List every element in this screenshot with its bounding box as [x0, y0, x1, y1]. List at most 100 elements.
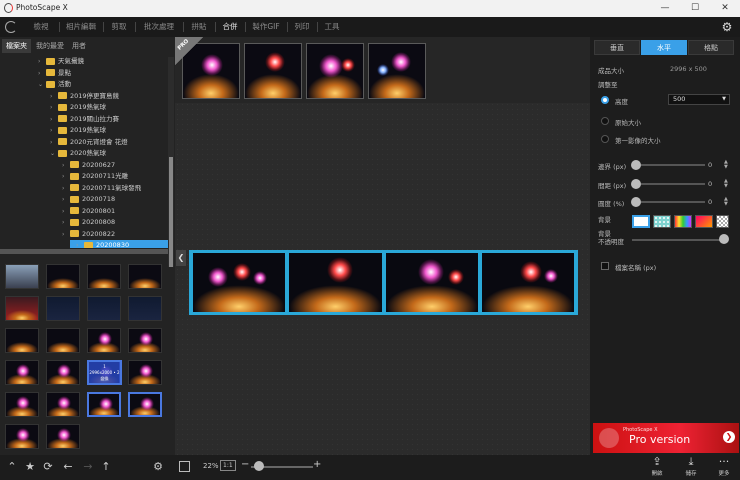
tab-folders[interactable]: 檔案夾 [2, 39, 31, 53]
spacing-spinner[interactable]: ▲ ▼ [724, 179, 728, 189]
image-thumbnail[interactable] [87, 296, 121, 321]
opacity-slider[interactable] [632, 239, 722, 241]
refresh-icon[interactable]: ⟳ [40, 459, 56, 475]
tree-folder-item[interactable]: ⌄ 活動 [0, 79, 168, 91]
tree-folder-item[interactable]: › 20200711光雕 [0, 171, 168, 183]
tree-folder-item[interactable]: › 2019關山拉力賽 [0, 114, 168, 126]
tree-folder-item[interactable]: › 20200627 [0, 160, 168, 172]
chevron-down-icon[interactable]: ⌄ [38, 79, 46, 91]
chevron-up-icon[interactable]: ⌃ [4, 459, 20, 475]
tab-cut[interactable]: 剪取 [104, 17, 134, 37]
actual-size-button[interactable]: 1:1 [220, 460, 236, 471]
chevron-right-icon[interactable]: › [62, 183, 70, 195]
arrow-right-icon[interactable]: → [80, 459, 96, 475]
radius-slider[interactable] [641, 201, 705, 203]
spacing-slider[interactable] [641, 183, 705, 185]
chevron-right-icon[interactable]: › [50, 102, 58, 114]
open-button[interactable]: ⇪ 開啟 [644, 455, 670, 480]
maximize-button[interactable]: ☐ [680, 0, 710, 17]
tree-folder-item[interactable]: › 2020元宵燈會 花燈 [0, 137, 168, 149]
strip-image[interactable] [244, 43, 302, 99]
chevron-right-icon[interactable]: › [38, 56, 46, 68]
pro-version-banner[interactable]: PhotoScape X Pro version ❯ [593, 423, 739, 453]
image-thumbnail[interactable] [128, 328, 162, 353]
gear-icon[interactable]: ⚙ [150, 459, 166, 475]
image-thumbnail[interactable] [128, 360, 162, 385]
tree-folder-item[interactable]: › 20200822 [0, 229, 168, 241]
image-thumbnail[interactable] [5, 296, 39, 321]
chevron-right-icon[interactable]: › [62, 217, 70, 229]
app-menu-icon[interactable] [5, 21, 17, 33]
minimize-button[interactable]: — [650, 0, 680, 17]
image-thumbnail[interactable] [5, 264, 39, 289]
image-thumbnail[interactable] [5, 424, 39, 449]
arrow-up-icon[interactable]: ↑ [98, 459, 114, 475]
radio-first-image[interactable] [601, 135, 609, 143]
zoom-in-button[interactable]: + [313, 459, 321, 470]
opacity-slider-knob[interactable] [719, 234, 729, 244]
chevron-down-icon[interactable]: ⌄ [50, 148, 58, 160]
zoom-slider-knob[interactable] [254, 461, 264, 471]
tree-folder-item[interactable]: › 天氣攝鏡 [0, 56, 168, 68]
strip-image[interactable] [368, 43, 426, 99]
radio-height[interactable] [601, 96, 609, 104]
close-button[interactable]: ✕ [710, 0, 740, 17]
radius-spinner[interactable]: ▲ ▼ [724, 197, 728, 207]
tab-vertical[interactable]: 垂直 [594, 40, 640, 55]
tab-batch[interactable]: 批次處理 [136, 17, 182, 37]
tab-viewer[interactable]: 檢視 [24, 17, 58, 37]
border-spinner[interactable]: ▲ ▼ [724, 160, 728, 170]
tab-tools[interactable]: 工具 [318, 17, 346, 37]
chevron-right-icon[interactable]: › [62, 171, 70, 183]
image-thumbnail[interactable] [5, 392, 39, 417]
background-transparent-swatch[interactable] [716, 215, 729, 228]
tree-folder-item[interactable]: › 2019熱氣球 [0, 102, 168, 114]
panel-splitter[interactable] [0, 249, 168, 254]
tab-horizontal[interactable]: 水平 [641, 40, 687, 55]
image-thumbnail[interactable] [46, 424, 80, 449]
thumbnail-info-overlay[interactable]: 1 2996x2000 • 2 變換 [87, 360, 122, 385]
image-thumbnail[interactable] [87, 328, 121, 353]
background-rainbow-swatch[interactable] [674, 215, 692, 228]
image-thumbnail[interactable] [128, 392, 162, 417]
tree-folder-item[interactable]: › 20200801 [0, 206, 168, 218]
image-thumbnail[interactable] [87, 392, 121, 417]
strip-image[interactable] [306, 43, 364, 99]
tab-collage[interactable]: 拼貼 [184, 17, 214, 37]
tab-combine[interactable]: 合併 [216, 17, 244, 37]
spacing-slider-knob[interactable] [631, 179, 641, 189]
tab-favorites[interactable]: 我的最愛 [32, 39, 68, 53]
zoom-out-button[interactable]: − [241, 459, 249, 470]
chevron-right-icon[interactable]: › [50, 114, 58, 126]
chevron-right-icon[interactable]: › [62, 160, 70, 172]
more-button[interactable]: ··· 更多 [711, 455, 737, 480]
chevron-left-icon[interactable]: ❮ [176, 250, 186, 266]
chevron-right-icon[interactable]: › [50, 125, 58, 137]
radius-slider-knob[interactable] [631, 197, 641, 207]
fit-screen-icon[interactable] [179, 461, 190, 472]
image-thumbnail[interactable] [46, 264, 80, 289]
tab-editor[interactable]: 相片編輯 [60, 17, 102, 37]
tab-print[interactable]: 列印 [288, 17, 316, 37]
tree-scrollbar-thumb[interactable] [169, 157, 173, 267]
tree-folder-item[interactable]: › 2019停更寶島競 [0, 91, 168, 103]
tree-folder-item[interactable]: › 20200718 [0, 194, 168, 206]
arrow-left-icon[interactable]: ← [60, 459, 76, 475]
gear-icon[interactable]: ⚙ [720, 20, 734, 34]
image-thumbnail[interactable] [87, 264, 121, 289]
background-pattern-swatch[interactable] [653, 215, 671, 228]
tab-gif[interactable]: 製作GIF [246, 17, 286, 37]
chevron-right-icon[interactable]: › [50, 137, 58, 149]
image-thumbnail[interactable] [128, 296, 162, 321]
chevron-right-icon[interactable]: › [62, 206, 70, 218]
tab-users[interactable]: 用者 [68, 39, 90, 53]
chevron-right-icon[interactable]: › [76, 240, 84, 248]
tree-folder-item[interactable]: ⌄ 2020熱氣球 [0, 148, 168, 160]
chevron-right-icon[interactable]: › [38, 68, 46, 80]
height-select[interactable]: 500 ▼ [668, 94, 730, 105]
border-slider-knob[interactable] [631, 160, 641, 170]
chevron-right-icon[interactable]: › [62, 229, 70, 241]
tree-folder-item[interactable]: › 2019熱氣球 [0, 125, 168, 137]
tab-grid[interactable]: 格點 [688, 40, 734, 55]
background-white-swatch[interactable] [632, 215, 650, 228]
